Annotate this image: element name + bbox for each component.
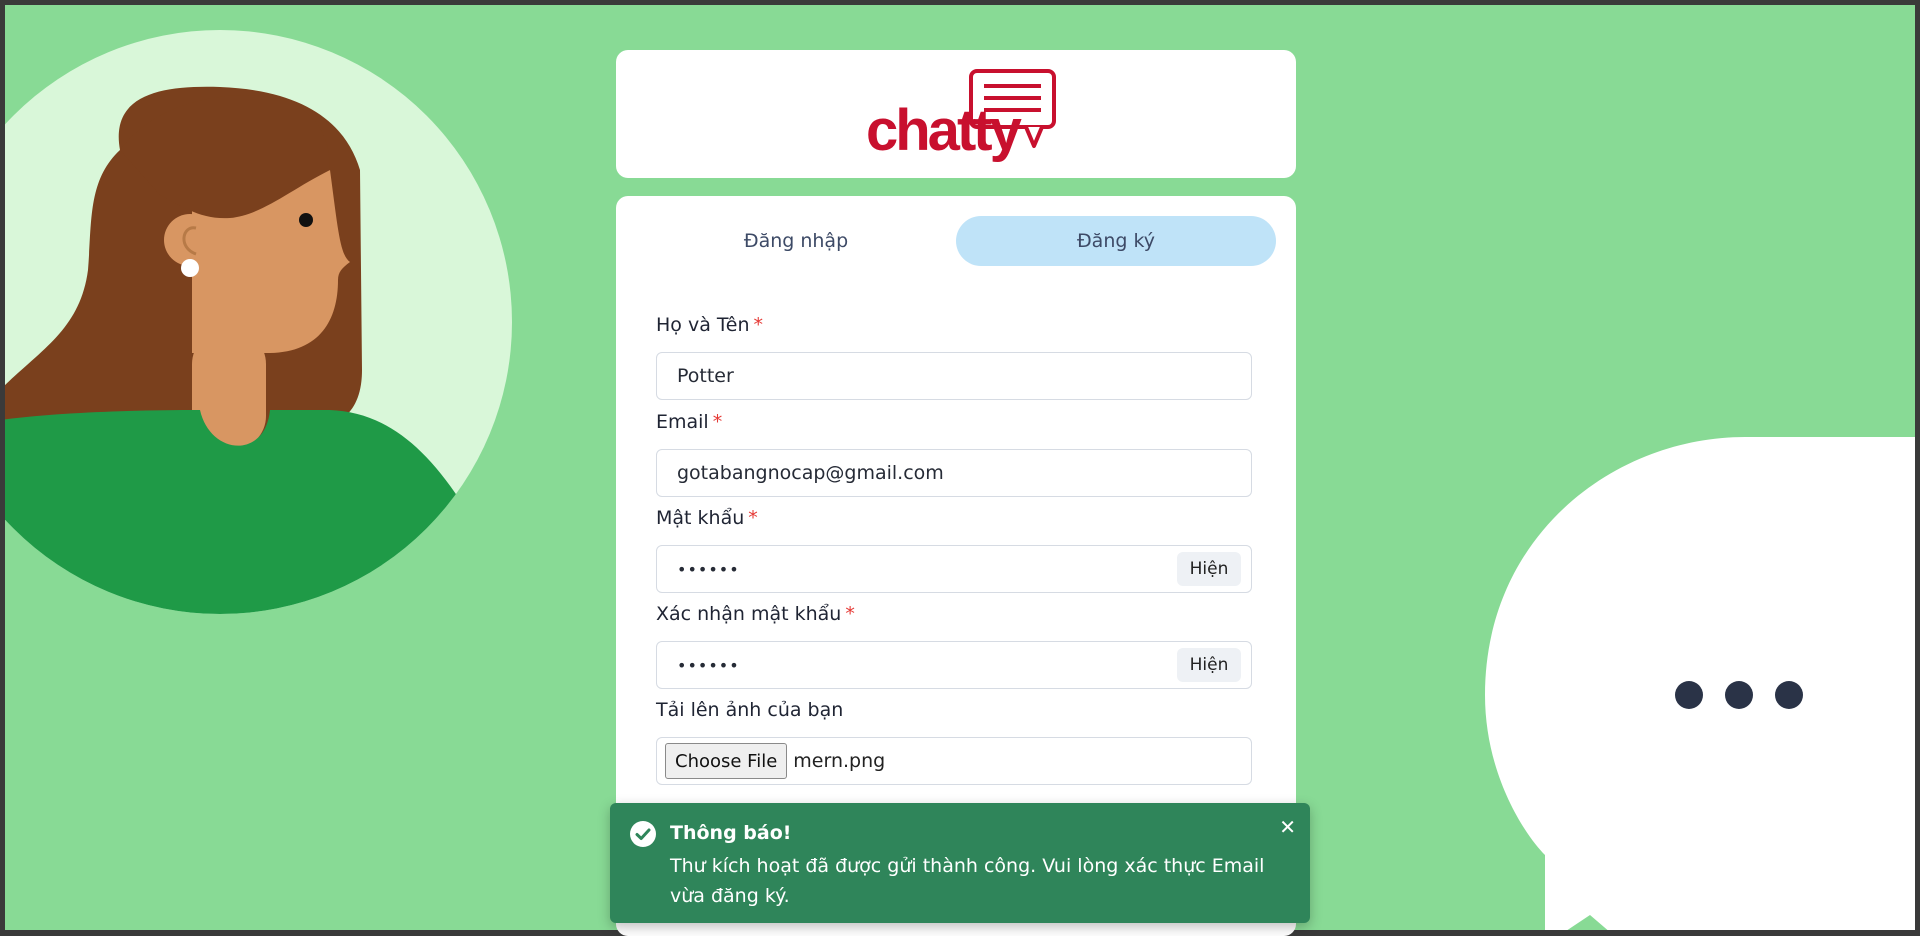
check-circle-icon <box>630 821 656 847</box>
typing-dot-icon <box>1775 681 1803 709</box>
typing-dot-icon <box>1725 681 1753 709</box>
logo-card: chatty <box>616 50 1296 178</box>
avatar-file-input[interactable]: Choose File mern.png <box>656 737 1252 785</box>
tab-register[interactable]: Đăng ký <box>956 216 1276 266</box>
speech-bubble-illustration <box>1485 437 1915 930</box>
selected-file-name: mern.png <box>793 750 886 772</box>
confirm-password-input[interactable]: •••••• Hiện <box>656 641 1252 689</box>
woman-illustration <box>5 30 512 614</box>
toast-title: Thông báo! <box>670 822 792 844</box>
choose-file-button[interactable]: Choose File <box>665 743 788 779</box>
show-password-button[interactable]: Hiện <box>1177 552 1241 586</box>
typing-dot-icon <box>1675 681 1703 709</box>
confirm-password-label: Xác nhận mật khẩu * <box>656 603 855 625</box>
password-input[interactable]: •••••• Hiện <box>656 545 1252 593</box>
tab-login[interactable]: Đăng nhập <box>636 216 956 266</box>
required-mark: * <box>748 507 758 529</box>
required-mark: * <box>753 314 764 336</box>
password-label: Mật khẩu * <box>656 507 758 529</box>
auth-tabs: Đăng nhập Đăng ký <box>636 216 1276 266</box>
required-mark: * <box>712 411 723 433</box>
email-label: Email * <box>656 411 723 433</box>
required-mark: * <box>845 603 855 625</box>
name-input[interactable]: Potter <box>656 352 1252 400</box>
toast-message: Thư kích hoạt đã được gửi thành công. Vu… <box>670 855 1265 907</box>
show-confirm-password-button[interactable]: Hiện <box>1177 648 1241 682</box>
avatar-upload-label: Tải lên ảnh của bạn <box>656 699 844 721</box>
logo-text: chatty <box>866 98 1022 163</box>
success-toast: Thông báo! Thư kích hoạt đã được gửi thà… <box>610 803 1310 923</box>
name-label: Họ và Tên * <box>656 314 764 336</box>
email-input[interactable]: gotabangnocap@gmail.com <box>656 449 1252 497</box>
close-icon[interactable]: ✕ <box>1279 815 1296 839</box>
